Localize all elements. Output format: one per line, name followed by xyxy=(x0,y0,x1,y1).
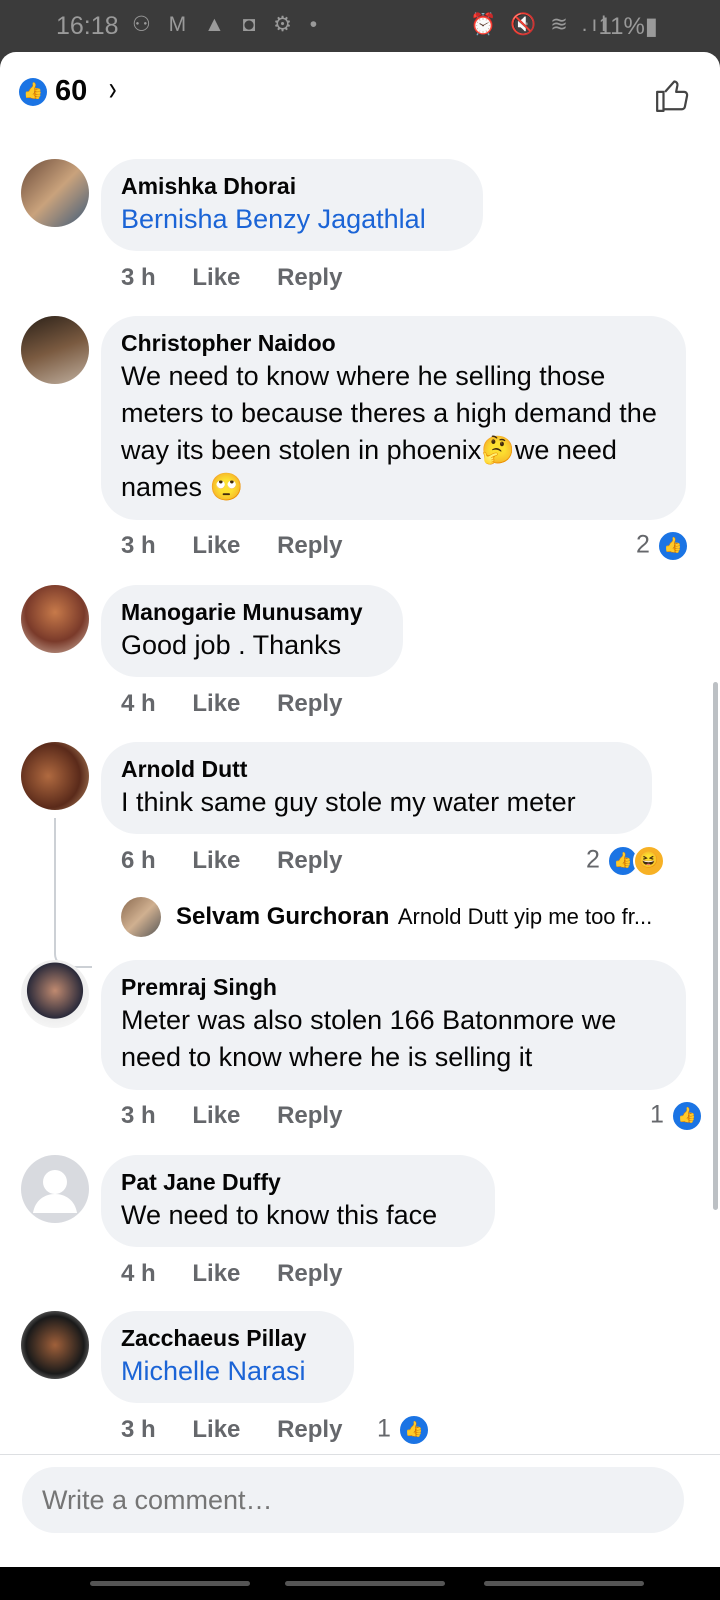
comment-text: I think same guy stole my water meter xyxy=(121,787,576,817)
avatar[interactable] xyxy=(21,1311,89,1379)
reaction-count: 2 xyxy=(586,845,600,874)
default-avatar-icon xyxy=(33,1170,77,1213)
comment-author[interactable]: Pat Jane Duffy xyxy=(121,1167,475,1197)
like-reaction-icon: 👍 xyxy=(19,78,47,106)
comment-bubble[interactable]: Pat Jane Duffy We need to know this face xyxy=(101,1155,495,1247)
like-button[interactable]: Like xyxy=(192,1260,240,1287)
comment-text: We need to know this face xyxy=(121,1200,438,1230)
reply-button[interactable]: Reply xyxy=(277,1260,342,1287)
comment-author[interactable]: Premraj Singh xyxy=(121,972,666,1002)
like-reaction-icon: 👍 xyxy=(397,1414,430,1446)
comment-actions: 3 h Like Reply xyxy=(121,264,372,292)
system-icons: ⏰ 🔇 ≋ .ıl xyxy=(470,13,610,36)
nav-home-button[interactable] xyxy=(285,1581,445,1586)
reply-button[interactable]: Reply xyxy=(277,690,342,717)
comment-text: Good job . Thanks xyxy=(121,630,342,660)
avatar[interactable] xyxy=(21,742,89,810)
comment-reactions[interactable]: 2 👍 😆 xyxy=(586,845,665,877)
reply-button[interactable]: Reply xyxy=(277,1416,342,1443)
comment-text[interactable]: Bernisha Benzy Jagathlal xyxy=(121,201,463,238)
nav-recents-button[interactable] xyxy=(90,1581,250,1586)
comment-time: 3 h xyxy=(121,532,156,559)
avatar[interactable] xyxy=(21,960,89,1028)
reply-button[interactable]: Reply xyxy=(277,847,342,874)
comment-author[interactable]: Manogarie Munusamy xyxy=(121,597,383,627)
comment-bubble[interactable]: Arnold Dutt I think same guy stole my wa… xyxy=(101,742,652,834)
comment-actions: 6 h Like Reply xyxy=(121,847,372,875)
comment-author[interactable]: Arnold Dutt xyxy=(121,754,632,784)
comment-time: 3 h xyxy=(121,1102,156,1129)
comment-author[interactable]: Zacchaeus Pillay xyxy=(121,1323,334,1353)
comment-time: 3 h xyxy=(121,1416,156,1443)
comment-bubble[interactable]: Christopher Naidoo We need to know where… xyxy=(101,316,686,520)
reaction-count: 2 xyxy=(636,530,650,559)
like-button[interactable]: Like xyxy=(192,532,240,559)
scrollbar[interactable] xyxy=(713,682,718,1210)
comment-author[interactable]: Christopher Naidoo xyxy=(121,328,666,358)
nav-back-button[interactable] xyxy=(484,1581,644,1586)
comment-bubble[interactable]: Amishka Dhorai Bernisha Benzy Jagathlal xyxy=(101,159,483,251)
comment-time: 3 h xyxy=(121,264,156,291)
chevron-right-icon[interactable]: › xyxy=(109,70,117,109)
comments-sheet: 👍 60 › Amishka Dhorai Bernisha Benzy Jag… xyxy=(0,52,720,1567)
comment-actions: 3 h Like Reply xyxy=(121,1102,372,1130)
comment-bubble[interactable]: Premraj Singh Meter was also stolen 166 … xyxy=(101,960,686,1090)
comment-text: We need to know where he selling those m… xyxy=(121,361,657,502)
like-outline-icon[interactable] xyxy=(654,76,692,114)
reaction-count: 1 xyxy=(650,1100,664,1129)
like-button[interactable]: Like xyxy=(192,1102,240,1129)
reaction-count[interactable]: 60 xyxy=(55,75,87,108)
system-nav-bar xyxy=(0,1567,720,1600)
reply-preview[interactable]: Selvam Gurchoran Arnold Dutt yip me too … xyxy=(0,897,720,947)
notification-icons: ⚇ M ▲ ◘ ⚙ • xyxy=(132,13,324,36)
comment-actions: 4 h Like Reply xyxy=(121,1260,372,1288)
reaction-count: 1 xyxy=(377,1414,391,1443)
status-bar: 16:18 ⚇ M ▲ ◘ ⚙ • ⏰ 🔇 ≋ .ıl 11%▮ xyxy=(0,0,720,52)
comment-reactions[interactable]: 1 👍 xyxy=(650,1100,703,1132)
comment-time: 4 h xyxy=(121,1260,156,1287)
avatar[interactable] xyxy=(21,316,89,384)
reply-preview-content[interactable]: Selvam Gurchoran Arnold Dutt yip me too … xyxy=(176,903,652,931)
reply-button[interactable]: Reply xyxy=(277,532,342,559)
avatar[interactable] xyxy=(21,585,89,653)
comment-text: Meter was also stolen 166 Batonmore we n… xyxy=(121,1005,617,1072)
reactions-header[interactable]: 👍 60 › xyxy=(0,52,720,137)
comment-reactions[interactable]: 2 👍 xyxy=(636,530,689,562)
comment-actions: 3 h Like Reply xyxy=(121,532,372,560)
reply-button[interactable]: Reply xyxy=(277,264,342,291)
reply-text: Arnold Dutt yip me too fr... xyxy=(397,904,653,929)
comment-input[interactable] xyxy=(22,1467,684,1533)
comment-time: 6 h xyxy=(121,847,156,874)
haha-reaction-icon: 😆 xyxy=(632,845,665,877)
like-button[interactable]: Like xyxy=(192,847,240,874)
comment-author[interactable]: Amishka Dhorai xyxy=(121,171,463,201)
comment-time: 4 h xyxy=(121,690,156,717)
like-button[interactable]: Like xyxy=(192,690,240,717)
avatar[interactable] xyxy=(121,897,161,937)
like-reaction-icon: 👍 xyxy=(670,1100,703,1132)
reply-author[interactable]: Selvam Gurchoran xyxy=(176,903,389,930)
reply-button[interactable]: Reply xyxy=(277,1102,342,1129)
battery-indicator: 11%▮ xyxy=(598,13,658,40)
avatar[interactable] xyxy=(21,1155,89,1223)
comment-actions: 3 h Like Reply xyxy=(121,1416,372,1444)
avatar[interactable] xyxy=(21,159,89,227)
status-time: 16:18 xyxy=(56,12,119,40)
comment-bubble[interactable]: Manogarie Munusamy Good job . Thanks xyxy=(101,585,403,677)
like-button[interactable]: Like xyxy=(192,1416,240,1443)
like-reaction-icon: 👍 xyxy=(656,530,689,562)
comment-text[interactable]: Michelle Narasi xyxy=(121,1353,334,1390)
comment-bubble[interactable]: Zacchaeus Pillay Michelle Narasi xyxy=(101,1311,354,1403)
comment-reactions[interactable]: 1 👍 xyxy=(377,1414,430,1446)
comment-actions: 4 h Like Reply xyxy=(121,690,372,718)
like-button[interactable]: Like xyxy=(192,264,240,291)
comment-composer xyxy=(0,1454,720,1569)
